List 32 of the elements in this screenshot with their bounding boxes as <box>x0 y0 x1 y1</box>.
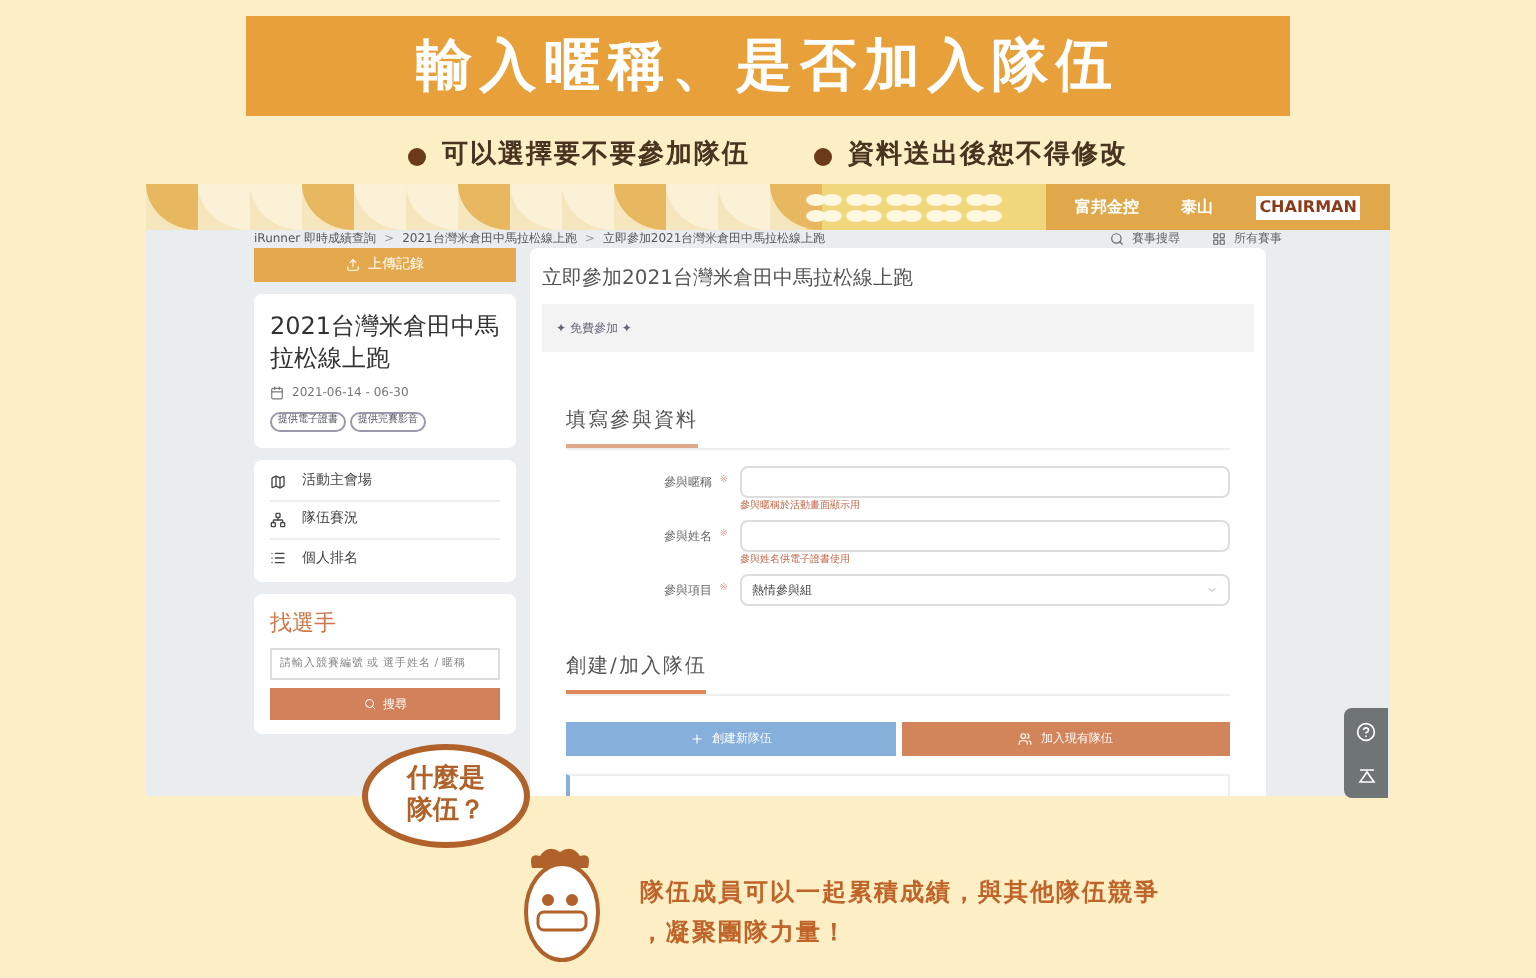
search-icon <box>1110 232 1124 246</box>
upload-icon <box>346 258 360 272</box>
grid-icon <box>1212 232 1226 246</box>
bullet-icon <box>408 147 426 165</box>
input-field[interactable] <box>740 466 1230 498</box>
sponsor-logo: 富邦金控 <box>1075 195 1140 219</box>
triangle-icon[interactable] <box>1357 768 1375 785</box>
bubble-text: 隊伍？ <box>407 796 485 828</box>
caption-text: 隊伍成員可以一起累積成績，與其他隊伍競爭 <box>640 876 1160 910</box>
title-banner: 輸入暱稱、是否加入隊伍 <box>246 16 1290 116</box>
plus-icon <box>689 732 704 746</box>
help-icon[interactable] <box>1356 721 1376 742</box>
search-icon <box>363 698 375 710</box>
event-title: 2021台灣米倉田中馬拉松線上跑 <box>270 310 500 374</box>
note-text: 資料送出後恕不得修改 <box>848 138 1128 175</box>
list-icon <box>270 550 286 566</box>
input-field[interactable] <box>740 520 1230 552</box>
sponsor-logo: CHAIRMAN <box>1255 195 1361 219</box>
page-title: 立即參加2021台灣米倉田中馬拉松線上跑 <box>542 265 915 294</box>
bullet-icon <box>814 147 832 165</box>
caret-icon <box>1206 584 1218 596</box>
bubble-text: 什麼是 <box>407 764 485 795</box>
section-heading: 填寫參與資料 <box>566 406 698 448</box>
finder-title: 找選手 <box>270 607 338 639</box>
people-icon <box>1018 732 1033 746</box>
calendar-icon <box>270 386 284 400</box>
sponsor-logo: 泰山 <box>1181 195 1214 219</box>
hierarchy-icon <box>270 511 286 527</box>
map-icon <box>270 473 286 489</box>
note-text: 可以選擇要不要參加隊伍 <box>442 137 750 175</box>
section-heading: 創建/加入隊伍 <box>566 652 707 694</box>
caption-text: ，凝聚團隊力量！ <box>640 916 850 950</box>
